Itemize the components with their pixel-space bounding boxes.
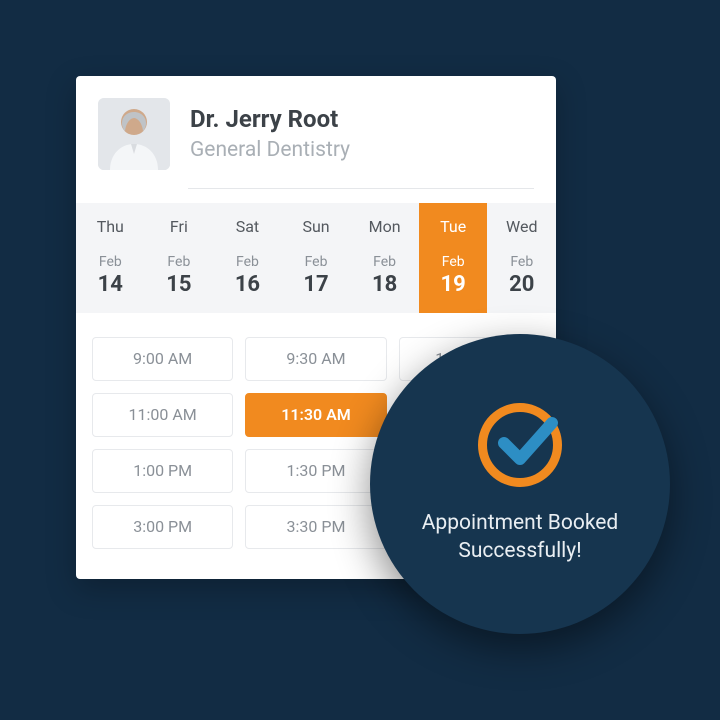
time-slot[interactable]: 11:00 AM bbox=[92, 393, 233, 437]
day-cell[interactable]: Mon Feb 18 bbox=[350, 203, 419, 313]
day-of-week: Wed bbox=[487, 217, 556, 236]
header-divider bbox=[188, 188, 534, 189]
doctor-info: Dr. Jerry Root General Dentistry bbox=[190, 106, 534, 162]
checkmark-icon bbox=[496, 409, 560, 473]
day-cell[interactable]: Sat Feb 16 bbox=[213, 203, 282, 313]
success-icon bbox=[478, 403, 562, 487]
doctor-avatar bbox=[98, 98, 170, 170]
day-month: Feb bbox=[487, 254, 556, 270]
time-slot[interactable]: 3:00 PM bbox=[92, 505, 233, 549]
time-slot[interactable]: 9:30 AM bbox=[245, 337, 386, 381]
day-cell[interactable]: Wed Feb 20 bbox=[487, 203, 556, 313]
day-month: Feb bbox=[213, 254, 282, 270]
day-month: Feb bbox=[282, 254, 351, 270]
time-slot[interactable]: 1:30 PM bbox=[245, 449, 386, 493]
day-number: 19 bbox=[419, 272, 488, 297]
day-cell[interactable]: Fri Feb 15 bbox=[145, 203, 214, 313]
doctor-name: Dr. Jerry Root bbox=[190, 106, 534, 134]
day-of-week: Mon bbox=[350, 217, 419, 236]
time-slot[interactable]: 1:00 PM bbox=[92, 449, 233, 493]
time-slot[interactable]: 3:30 PM bbox=[245, 505, 386, 549]
day-of-week: Thu bbox=[76, 217, 145, 236]
day-number: 15 bbox=[145, 272, 214, 297]
day-cell[interactable]: Sun Feb 17 bbox=[282, 203, 351, 313]
day-of-week: Sun bbox=[282, 217, 351, 236]
day-of-week: Fri bbox=[145, 217, 214, 236]
day-cell[interactable]: Thu Feb 14 bbox=[76, 203, 145, 313]
day-month: Feb bbox=[350, 254, 419, 270]
day-number: 17 bbox=[282, 272, 351, 297]
success-line-2: Successfully! bbox=[458, 539, 581, 563]
day-of-week: Tue bbox=[419, 217, 488, 236]
day-month: Feb bbox=[419, 254, 488, 270]
time-slot[interactable]: 11:30 AM bbox=[245, 393, 386, 437]
doctor-specialty: General Dentistry bbox=[190, 138, 534, 162]
doctor-header: Dr. Jerry Root General Dentistry bbox=[76, 76, 556, 188]
time-slot[interactable]: 9:00 AM bbox=[92, 337, 233, 381]
day-number: 14 bbox=[76, 272, 145, 297]
day-of-week: Sat bbox=[213, 217, 282, 236]
day-cell[interactable]: Tue Feb 19 bbox=[419, 203, 488, 313]
day-number: 20 bbox=[487, 272, 556, 297]
week-picker: ThuFeb14FriFeb15SatFeb16SunFeb17MonFeb18… bbox=[76, 203, 556, 313]
day-month: Feb bbox=[76, 254, 145, 270]
success-message: Appointment Booked Successfully! bbox=[388, 509, 653, 566]
success-line-1: Appointment Booked bbox=[422, 511, 619, 535]
avatar-icon bbox=[98, 98, 170, 170]
success-badge: Appointment Booked Successfully! bbox=[370, 334, 670, 634]
day-number: 16 bbox=[213, 272, 282, 297]
day-month: Feb bbox=[145, 254, 214, 270]
day-number: 18 bbox=[350, 272, 419, 297]
